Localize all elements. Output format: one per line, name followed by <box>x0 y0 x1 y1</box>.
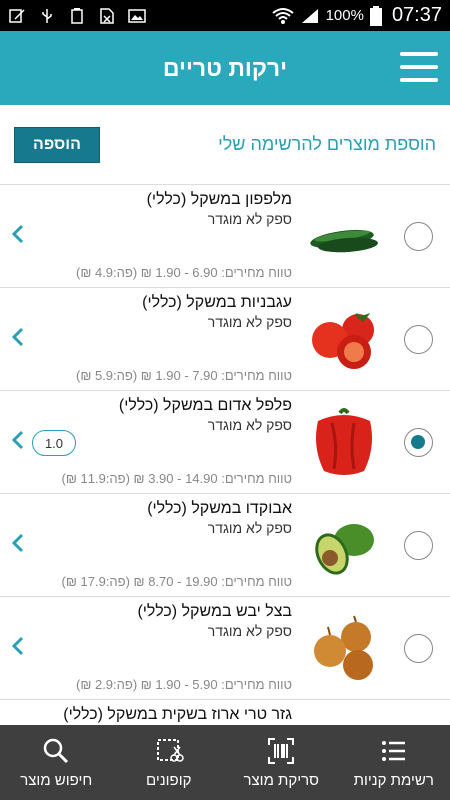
battery-notice-icon <box>71 7 83 24</box>
select-radio[interactable] <box>404 325 433 354</box>
item-name: בצל יבש במשקל (כללי) <box>137 603 292 620</box>
nav-search-label: חיפוש מוצר <box>20 772 93 789</box>
select-radio[interactable] <box>404 222 433 251</box>
chevron-left-icon[interactable] <box>8 223 28 245</box>
item-price-range: טווח מחירים: 6.90 - 1.90 ₪ (פה:4.9 ₪) <box>75 265 292 280</box>
item-price-range: טווח מחירים: 7.90 - 1.90 ₪ (פה:5.9 ₪) <box>75 368 292 383</box>
page-title: ירקות טריים <box>162 54 288 81</box>
add-products-bar: הוספה הוספת מוצרים להרשימה שלי <box>0 105 450 185</box>
coupon-icon <box>156 739 184 762</box>
add-products-label: הוספת מוצרים להרשימה שלי <box>218 134 436 154</box>
quantity-badge[interactable]: 1.0 <box>32 430 76 456</box>
search-icon <box>44 738 69 764</box>
barcode-scan-icon <box>268 738 295 764</box>
red-pepper-image <box>316 408 372 475</box>
battery-percent: 100% <box>325 7 364 24</box>
item-price-range: טווח מחירים: 14.90 - 3.90 ₪ (פה:11.9 ₪) <box>61 471 292 486</box>
chevron-left-icon[interactable] <box>8 429 28 451</box>
cucumber-image <box>310 229 378 253</box>
list-item[interactable]: פלפל אדום במשקל (כללי) ספק לא מוגדר טווח… <box>0 391 450 494</box>
nav-shopping-list-label: רשימת קניות <box>353 772 434 789</box>
nav-coupons-label: קופונים <box>146 772 192 789</box>
nav-scan-label: סריקת מוצר <box>243 772 319 789</box>
list-item[interactable]: מלפפון במשקל (כללי) ספק לא מוגדר טווח מח… <box>0 185 450 288</box>
hamburger-menu-icon[interactable] <box>400 52 438 82</box>
app-header: ירקות טריים <box>0 31 450 105</box>
notification-edit-icon <box>9 8 25 23</box>
nav-coupons[interactable]: קופונים <box>113 725 226 800</box>
select-radio[interactable] <box>404 531 433 560</box>
battery-icon <box>369 5 382 26</box>
wifi-icon <box>271 7 294 24</box>
list-item[interactable]: עגבניות במשקל (כללי) ספק לא מוגדר טווח מ… <box>0 288 450 391</box>
list-item[interactable]: גזר טרי ארוז בשקית במשקל (כללי) <box>0 700 450 725</box>
nav-scan[interactable]: סריקת מוצר <box>225 725 338 800</box>
item-name: גזר טרי ארוז בשקית במשקל (כללי) <box>63 706 292 723</box>
status-bar: 100% 07:37 <box>0 0 450 31</box>
no-sim-icon <box>100 7 114 24</box>
list-item[interactable]: אבוקדו במשקל (כללי) ספק לא מוגדר טווח מח… <box>0 494 450 597</box>
nav-shopping-list[interactable]: רשימת קניות <box>338 725 450 800</box>
item-name: אבוקדו במשקל (כללי) <box>147 500 292 517</box>
notification-icons <box>8 7 146 25</box>
item-price-range: טווח מחירים: 5.90 - 1.90 ₪ (פה:2.9 ₪) <box>75 677 292 692</box>
clock: 07:37 <box>391 4 442 26</box>
select-radio[interactable] <box>404 634 433 663</box>
avocado-image <box>315 524 374 575</box>
bottom-nav: חיפוש מוצר קופונים סריקת מוצר רשימת קניו… <box>0 725 450 800</box>
product-list: מלפפון במשקל (כללי) ספק לא מוגדר טווח מח… <box>0 185 450 725</box>
usb-icon <box>42 8 52 23</box>
list-icon <box>381 741 405 761</box>
add-button[interactable]: הוספה <box>14 126 100 163</box>
chevron-left-icon[interactable] <box>8 635 28 657</box>
item-supplier: ספק לא מוגדר <box>207 623 292 639</box>
image-icon <box>128 8 146 23</box>
item-supplier: ספק לא מוגדר <box>207 520 292 536</box>
item-supplier: ספק לא מוגדר <box>207 417 292 433</box>
item-supplier: ספק לא מוגדר <box>207 211 292 227</box>
item-name: מלפפון במשקל (כללי) <box>146 191 292 208</box>
chevron-left-icon[interactable] <box>8 326 28 348</box>
item-name: עגבניות במשקל (כללי) <box>142 294 292 311</box>
item-supplier: ספק לא מוגדר <box>207 314 292 330</box>
onion-image <box>314 615 373 680</box>
signal-icon <box>301 8 318 23</box>
list-item[interactable]: בצל יבש במשקל (כללי) ספק לא מוגדר טווח מ… <box>0 597 450 700</box>
carrot-image <box>308 716 380 725</box>
nav-search[interactable]: חיפוש מוצר <box>0 725 113 800</box>
item-name: פלפל אדום במשקל (כללי) <box>118 397 292 414</box>
tomato-image <box>312 312 374 369</box>
item-price-range: טווח מחירים: 19.90 - 8.70 ₪ (פה:17.9 ₪) <box>61 574 292 589</box>
chevron-left-icon[interactable] <box>8 532 28 554</box>
select-radio[interactable] <box>404 428 433 457</box>
